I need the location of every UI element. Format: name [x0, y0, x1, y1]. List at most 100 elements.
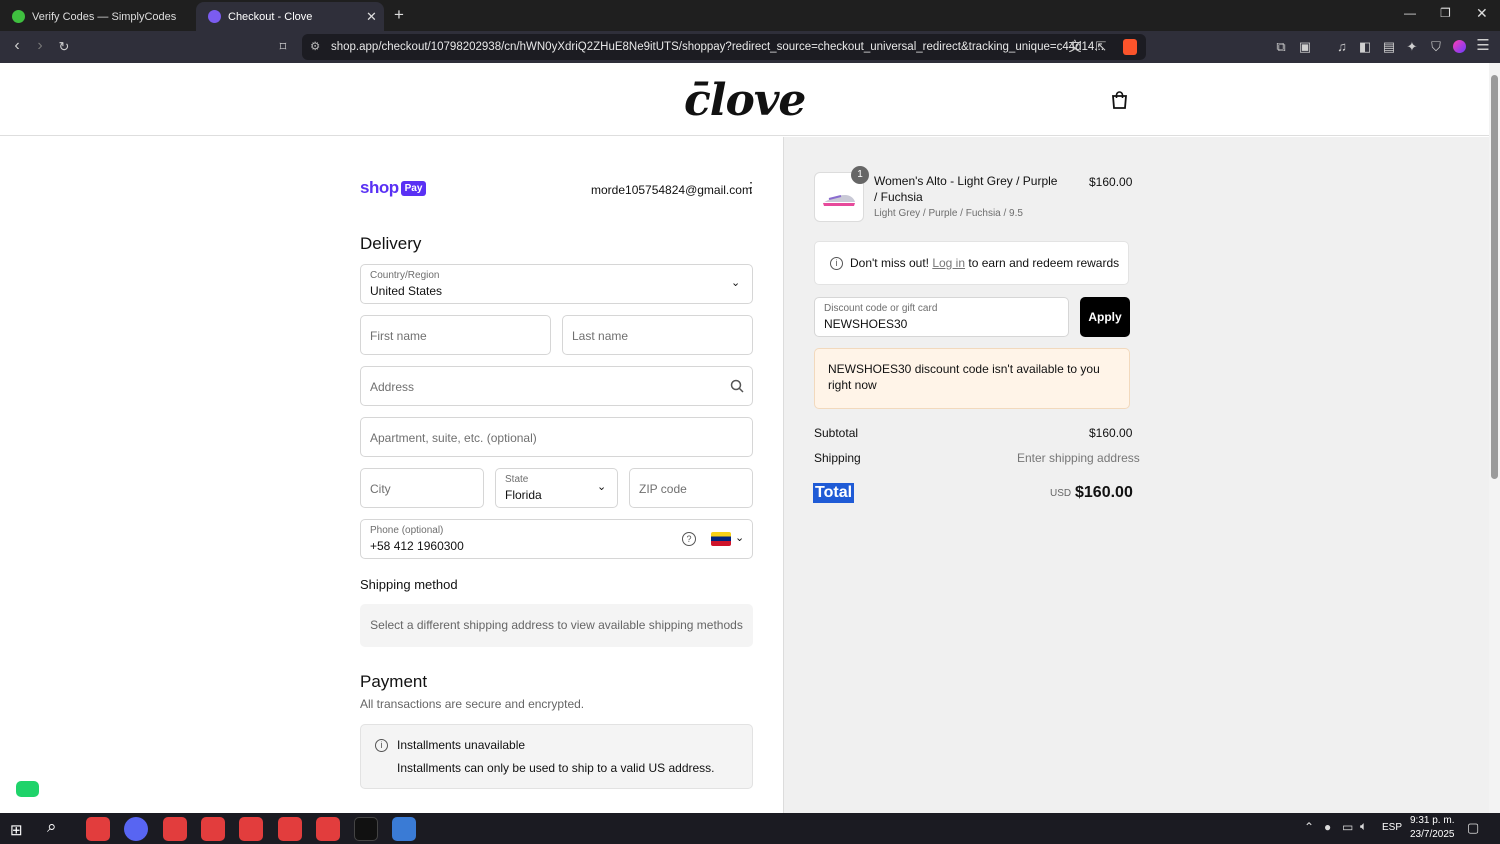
- share-icon[interactable]: ⇱: [1092, 39, 1110, 55]
- scrollbar-thumb[interactable]: [1491, 75, 1498, 479]
- brave-taskbar-icon[interactable]: [86, 817, 110, 841]
- product-price: $160.00: [1089, 175, 1133, 189]
- installments-title: Installments unavailable: [397, 738, 526, 752]
- product-name: Women's Alto - Light Grey / Purple / Fuc…: [874, 174, 1058, 204]
- first-name-placeholder: First name: [370, 329, 427, 343]
- city-placeholder: City: [370, 482, 391, 496]
- account-menu-icon[interactable]: ⋮: [744, 180, 758, 194]
- brave-taskbar-icon[interactable]: [278, 817, 302, 841]
- store-header: c̄love: [0, 63, 1489, 136]
- browser-toolbar: ‹ › ↻ ⌑ ⚙ shop.app/checkout/10798202938/…: [0, 31, 1500, 63]
- reader-icon[interactable]: ▣: [1296, 39, 1314, 55]
- volume-icon[interactable]: 🔈︎: [1360, 819, 1367, 834]
- brave-taskbar-icon[interactable]: [239, 817, 263, 841]
- explorer-taskbar-icon[interactable]: [392, 817, 416, 841]
- rewards-prefix: Don't miss out!: [850, 256, 929, 270]
- new-tab-icon[interactable]: +: [394, 5, 404, 25]
- zip-field[interactable]: ZIP code: [629, 468, 753, 508]
- address-field[interactable]: Address: [360, 366, 753, 406]
- shipping-method-heading: Shipping method: [360, 577, 458, 592]
- wallet-icon[interactable]: ▤: [1380, 39, 1398, 55]
- back-icon[interactable]: ‹: [8, 38, 26, 54]
- state-value: Florida: [505, 488, 542, 502]
- installments-notice: i Installments unavailable Installments …: [360, 724, 753, 789]
- sidebar-icon[interactable]: ◧: [1356, 39, 1374, 55]
- tab-checkout[interactable]: Checkout - Clove ✕: [196, 2, 384, 31]
- vpn-icon[interactable]: ⛉: [1427, 39, 1445, 55]
- network-icon[interactable]: ▭: [1342, 820, 1353, 834]
- close-window-icon[interactable]: ✕: [1476, 5, 1488, 22]
- store-logo[interactable]: c̄love: [684, 75, 806, 126]
- shop-pay-brand: shop: [360, 178, 399, 197]
- zip-placeholder: ZIP code: [639, 482, 687, 496]
- reload-icon[interactable]: ↻: [55, 39, 73, 55]
- clock-date[interactable]: 23/7/2025: [1410, 829, 1455, 840]
- shop-pay-badge: Pay: [400, 180, 427, 196]
- site-settings-icon[interactable]: ⚙: [310, 34, 320, 60]
- chevron-down-icon: ⌄: [597, 481, 607, 493]
- language-indicator[interactable]: ESP: [1382, 822, 1402, 833]
- translate-icon[interactable]: 文: [1066, 39, 1084, 55]
- leo-ai-icon[interactable]: ✦: [1403, 39, 1421, 55]
- state-select[interactable]: State Florida ⌄: [495, 468, 618, 508]
- notifications-icon[interactable]: ▢: [1467, 820, 1479, 836]
- page-scrollbar[interactable]: [1489, 63, 1500, 813]
- phone-field[interactable]: Phone (optional) +58 412 1960300 ? ⌄: [360, 519, 753, 559]
- apply-button[interactable]: Apply: [1080, 297, 1130, 337]
- app-taskbar-icon[interactable]: [354, 817, 378, 841]
- chevron-down-icon[interactable]: ⌄: [735, 531, 744, 544]
- search-icon[interactable]: ⌕: [47, 817, 57, 837]
- forward-icon[interactable]: ›: [31, 38, 49, 54]
- tab-title: Checkout - Clove: [228, 10, 313, 23]
- music-icon[interactable]: ♫: [1333, 39, 1351, 55]
- close-tab-icon[interactable]: ✕: [366, 9, 377, 25]
- quantity-badge: 1: [851, 166, 869, 184]
- microphone-icon[interactable]: ●: [1324, 820, 1331, 834]
- tab-bar: Verify Codes — SimplyCodes Checkout - Cl…: [0, 0, 1500, 31]
- rewards-suffix: to earn and redeem rewards: [968, 256, 1120, 270]
- installments-body: Installments can only be used to ship to…: [397, 761, 715, 775]
- product-variant: Light Grey / Purple / Fuchsia / 9.5: [874, 208, 1023, 219]
- bookmark-icon[interactable]: ⌑: [274, 39, 292, 55]
- cart-icon[interactable]: [1111, 91, 1128, 109]
- account-email: morde105754824@gmail.com: [591, 183, 752, 197]
- checkout-page: c̄love shop Pay morde105754824@gmail.com…: [0, 63, 1489, 813]
- country-label: Country/Region: [370, 270, 440, 281]
- discount-code-field[interactable]: Discount code or gift card NEWSHOES30: [814, 297, 1069, 337]
- venezuela-flag-icon[interactable]: [711, 532, 731, 546]
- brave-taskbar-icon[interactable]: [201, 817, 225, 841]
- tab-simplycodes[interactable]: Verify Codes — SimplyCodes: [0, 2, 192, 31]
- extensions-icon[interactable]: ⧉: [1272, 39, 1290, 55]
- brave-shields-icon[interactable]: [1123, 39, 1137, 55]
- chevron-up-icon[interactable]: ⌃: [1304, 820, 1314, 834]
- city-field[interactable]: City: [360, 468, 484, 508]
- apartment-field[interactable]: Apartment, suite, etc. (optional): [360, 417, 753, 457]
- phone-label: Phone (optional): [370, 525, 444, 536]
- discount-value: NEWSHOES30: [824, 317, 908, 331]
- taskbar: ⊞ ⌕: [0, 813, 1500, 844]
- first-name-field[interactable]: First name: [360, 315, 551, 355]
- menu-icon[interactable]: ☰: [1474, 38, 1492, 54]
- brave-taskbar-icon[interactable]: [316, 817, 340, 841]
- minimize-icon[interactable]: —: [1404, 6, 1416, 20]
- discount-label: Discount code or gift card: [824, 303, 938, 314]
- last-name-field[interactable]: Last name: [562, 315, 753, 355]
- tab-title: Verify Codes — SimplyCodes: [32, 10, 177, 23]
- brave-taskbar-icon[interactable]: [163, 817, 187, 841]
- login-link[interactable]: Log in: [932, 256, 965, 270]
- help-icon[interactable]: ?: [682, 532, 696, 546]
- profile-avatar-icon[interactable]: [1453, 40, 1466, 53]
- total-label: Total: [813, 483, 855, 503]
- discount-error: NEWSHOES30 discount code isn't available…: [814, 348, 1130, 409]
- address-bar[interactable]: ⚙ shop.app/checkout/10798202938/cn/hWN0y…: [302, 34, 1146, 60]
- restore-icon[interactable]: ❐: [1440, 6, 1451, 20]
- windows-start-icon[interactable]: ⊞: [10, 821, 23, 839]
- clove-favicon-icon: [208, 10, 221, 23]
- discord-taskbar-icon[interactable]: [124, 817, 148, 841]
- chat-widget-icon[interactable]: [16, 781, 39, 797]
- apartment-placeholder: Apartment, suite, etc. (optional): [370, 431, 537, 445]
- address-placeholder: Address: [370, 380, 415, 394]
- country-select[interactable]: Country/Region United States ⌄: [360, 264, 753, 304]
- clock-time[interactable]: 9:31 p. m.: [1410, 815, 1454, 826]
- total-currency: USD: [1050, 488, 1072, 499]
